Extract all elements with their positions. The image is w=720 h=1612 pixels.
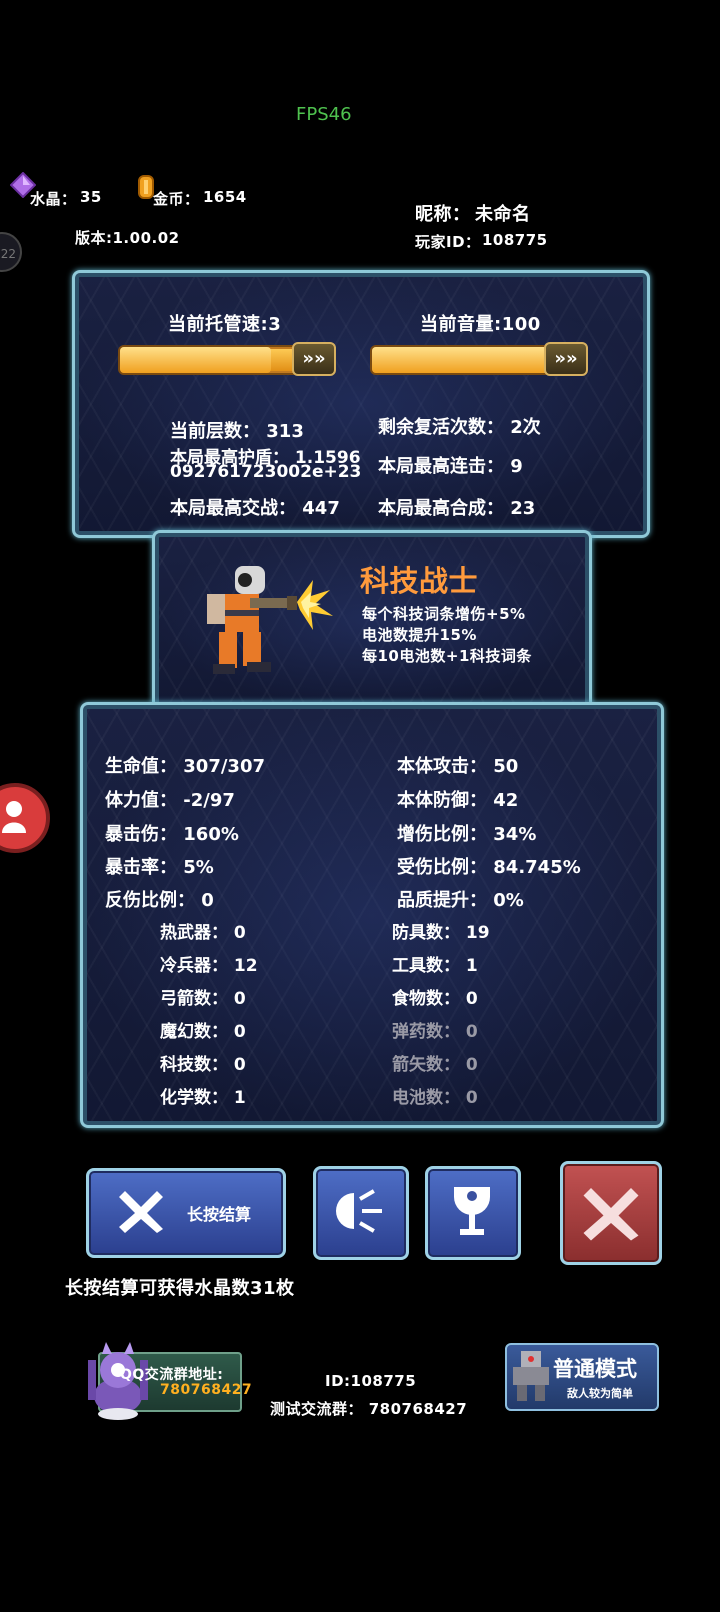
character-desc-3: 每10电池数+1科技词条 <box>362 647 532 665</box>
volume-slider-fill <box>372 347 550 373</box>
stamina-stat: 体力值： -2/97 <box>105 790 235 811</box>
mode-button[interactable]: 普通模式 敌人较为简单 <box>505 1343 659 1411</box>
current-floor: 当前层数： 313 <box>170 421 304 442</box>
mech-icon <box>513 1351 549 1401</box>
long-press-settle-button[interactable]: 长按结算 <box>86 1168 286 1258</box>
tool-count: 工具数： 1 <box>392 956 478 976</box>
magic-count: 魔幻数： 0 <box>160 1022 246 1042</box>
crystal-value: 35 <box>80 188 102 206</box>
settle-label: 长按结算 <box>187 1205 252 1224</box>
nickname-value: 未命名 <box>475 204 531 225</box>
damage-taken-stat: 受伤比例： 84.745% <box>397 857 581 878</box>
speed-slider-fill <box>120 347 272 373</box>
attack-stat: 本体攻击： 50 <box>397 756 519 777</box>
player-id-value: 108775 <box>482 231 548 249</box>
gold-label: 金币： <box>153 190 200 208</box>
settings-panel <box>72 270 650 538</box>
shockwave-icon <box>336 1189 382 1233</box>
speed-label: 当前托管速:3 <box>168 314 282 335</box>
trophy-button[interactable] <box>425 1166 521 1260</box>
speed-increase-button[interactable]: »» <box>292 342 336 376</box>
tech-count: 科技数： 0 <box>160 1055 246 1075</box>
reflect-stat: 反伤比例： 0 <box>105 890 214 911</box>
player-id-label: 玩家ID： <box>415 233 481 251</box>
mode-subtitle: 敌人较为简单 <box>567 1387 633 1400</box>
character-name: 科技战士 <box>360 564 479 598</box>
tech-warrior-sprite <box>207 566 333 674</box>
hot-weapon-count: 热武器： 0 <box>160 923 246 943</box>
crit-rate-stat: 暴击率： 5% <box>105 857 214 878</box>
qq-group-number: 780768427 <box>160 1382 253 1398</box>
volume-increase-button[interactable]: »» <box>544 342 588 376</box>
max-combo: 本局最高连击： 9 <box>378 456 523 477</box>
arrow-count: 箭矢数： 0 <box>392 1055 478 1075</box>
footer-group: 测试交流群： 780768427 <box>270 1400 468 1418</box>
food-count: 食物数： 0 <box>392 989 478 1009</box>
crit-damage-stat: 暴击伤： 160% <box>105 824 239 845</box>
bow-count: 弓箭数： 0 <box>160 989 246 1009</box>
ammo-count: 弹药数： 0 <box>392 1022 478 1042</box>
cross-icon <box>119 1191 163 1233</box>
mode-title: 普通模式 <box>553 1357 637 1381</box>
defense-stat: 本体防御： 42 <box>397 790 519 811</box>
settle-hint: 长按结算可获得水晶数31枚 <box>65 1278 295 1299</box>
side-avatar-button[interactable]: 22 <box>0 232 22 272</box>
fps-counter: FPS46 <box>296 104 352 125</box>
battery-count: 电池数： 0 <box>392 1088 478 1108</box>
nickname-label: 昵称： <box>415 204 471 225</box>
qq-group-label: QQ交流群地址: <box>120 1367 224 1383</box>
max-battle: 本局最高交战： 447 <box>170 498 340 519</box>
gold-value: 1654 <box>203 188 247 206</box>
quality-stat: 品质提升： 0% <box>397 890 524 911</box>
close-button[interactable] <box>560 1161 662 1265</box>
chem-count: 化学数： 1 <box>160 1088 246 1108</box>
max-shield-line2: 092761723002e+23 <box>170 462 362 482</box>
max-merge: 本局最高合成： 23 <box>378 498 536 519</box>
hp-stat: 生命值： 307/307 <box>105 756 265 777</box>
version-label: 版本:1.00.02 <box>75 229 180 247</box>
close-icon <box>583 1188 639 1241</box>
character-desc-2: 电池数提升15% <box>362 626 477 644</box>
damage-bonus-stat: 增伤比例： 34% <box>397 824 537 845</box>
character-desc-1: 每个科技词条增伤+5% <box>362 605 526 623</box>
cold-weapon-count: 冷兵器： 12 <box>160 956 258 976</box>
user-icon <box>2 801 26 833</box>
side-user-button[interactable] <box>0 783 50 853</box>
trophy-icon <box>454 1187 490 1235</box>
footer-id: ID:108775 <box>325 1372 417 1390</box>
volume-slider[interactable] <box>370 345 552 375</box>
speed-slider[interactable] <box>118 345 300 375</box>
skill-button[interactable] <box>313 1166 409 1260</box>
remaining-revives: 剩余复活次数： 2次 <box>378 417 541 438</box>
volume-label: 当前音量:100 <box>420 314 541 335</box>
crystal-label: 水晶： <box>30 190 77 208</box>
armor-count: 防具数： 19 <box>392 923 490 943</box>
